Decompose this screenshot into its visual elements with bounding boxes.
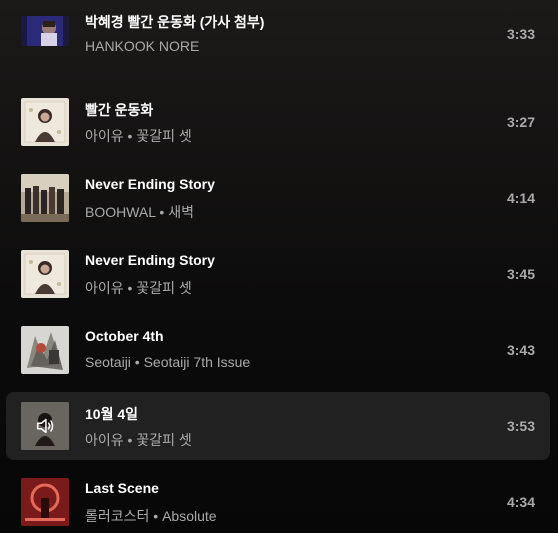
track-title[interactable]: 빨간 운동화 (85, 100, 153, 120)
track-title[interactable]: October 4th (85, 328, 164, 344)
track-duration: 4:34 (506, 494, 535, 510)
track-duration: 3:27 (506, 114, 535, 130)
track-row[interactable]: 빨간 운동화 아이유 • 꽃갈피 셋 3:27 (6, 88, 550, 156)
album-art[interactable] (21, 98, 69, 146)
track-subtitle[interactable]: 아이유 • 꽃갈피 셋 (85, 126, 192, 146)
track-subtitle[interactable]: 롤러코스터 • Absolute (85, 506, 217, 526)
track-subtitle[interactable]: Seotaiji • Seotaiji 7th Issue (85, 354, 250, 370)
track-duration: 3:33 (506, 26, 535, 42)
track-row[interactable]: Never Ending Story BOOHWAL • 새벽 4:14 (6, 164, 550, 232)
track-subtitle[interactable]: BOOHWAL • 새벽 (85, 202, 194, 222)
track-subtitle[interactable]: 아이유 • 꽃갈피 셋 (85, 430, 192, 450)
speaker-icon[interactable] (21, 402, 69, 450)
track-title[interactable]: 10월 4일 (85, 404, 138, 424)
track-duration: 3:45 (506, 266, 535, 282)
track-subtitle[interactable]: 아이유 • 꽃갈피 셋 (85, 278, 192, 298)
album-art[interactable] (21, 326, 69, 374)
track-duration: 3:43 (506, 342, 535, 358)
track-list: 박혜경 빨간 운동화 (가사 첨부) HANKOOK NORE 3:33 빨간 … (0, 0, 558, 533)
album-art[interactable] (21, 478, 69, 526)
track-title[interactable]: Never Ending Story (85, 252, 215, 268)
track-duration: 3:53 (506, 418, 535, 434)
track-row[interactable]: October 4th Seotaiji • Seotaiji 7th Issu… (6, 316, 550, 384)
track-row[interactable]: Never Ending Story 아이유 • 꽃갈피 셋 3:45 (6, 240, 550, 308)
track-title[interactable]: Last Scene (85, 480, 159, 496)
track-row[interactable]: Last Scene 롤러코스터 • Absolute 4:34 (6, 468, 550, 533)
track-row[interactable]: 박혜경 빨간 운동화 (가사 첨부) HANKOOK NORE 3:33 (6, 0, 550, 68)
track-row-now-playing[interactable]: 10월 4일 아이유 • 꽃갈피 셋 3:53 (6, 392, 550, 460)
video-thumbnail[interactable] (21, 16, 69, 46)
album-art[interactable] (21, 250, 69, 298)
album-art[interactable] (21, 402, 69, 450)
track-duration: 4:14 (506, 190, 535, 206)
track-title[interactable]: 박혜경 빨간 운동화 (가사 첨부) (85, 12, 264, 32)
album-art[interactable] (21, 174, 69, 222)
track-title[interactable]: Never Ending Story (85, 176, 215, 192)
track-subtitle[interactable]: HANKOOK NORE (85, 38, 199, 54)
